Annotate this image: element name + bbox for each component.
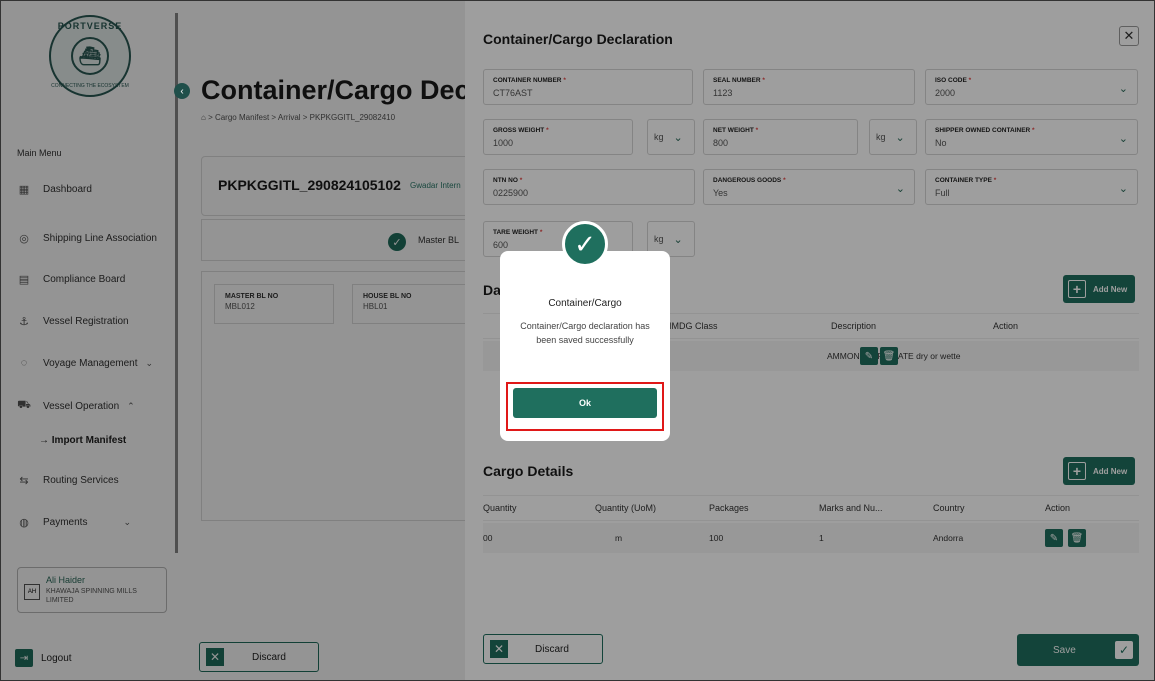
collapse-sidebar-button[interactable]: ‹: [174, 83, 190, 99]
ok-button-highlight: [506, 382, 664, 431]
success-check-icon: ✓: [562, 221, 608, 267]
modal-title: Container/Cargo: [548, 298, 622, 309]
modal-message: Container/Cargo declaration has been sav…: [520, 321, 650, 345]
app-root: PORTVERSE ⛴ CONNECTING THE ECOSYSTEM Mai…: [0, 0, 1155, 681]
